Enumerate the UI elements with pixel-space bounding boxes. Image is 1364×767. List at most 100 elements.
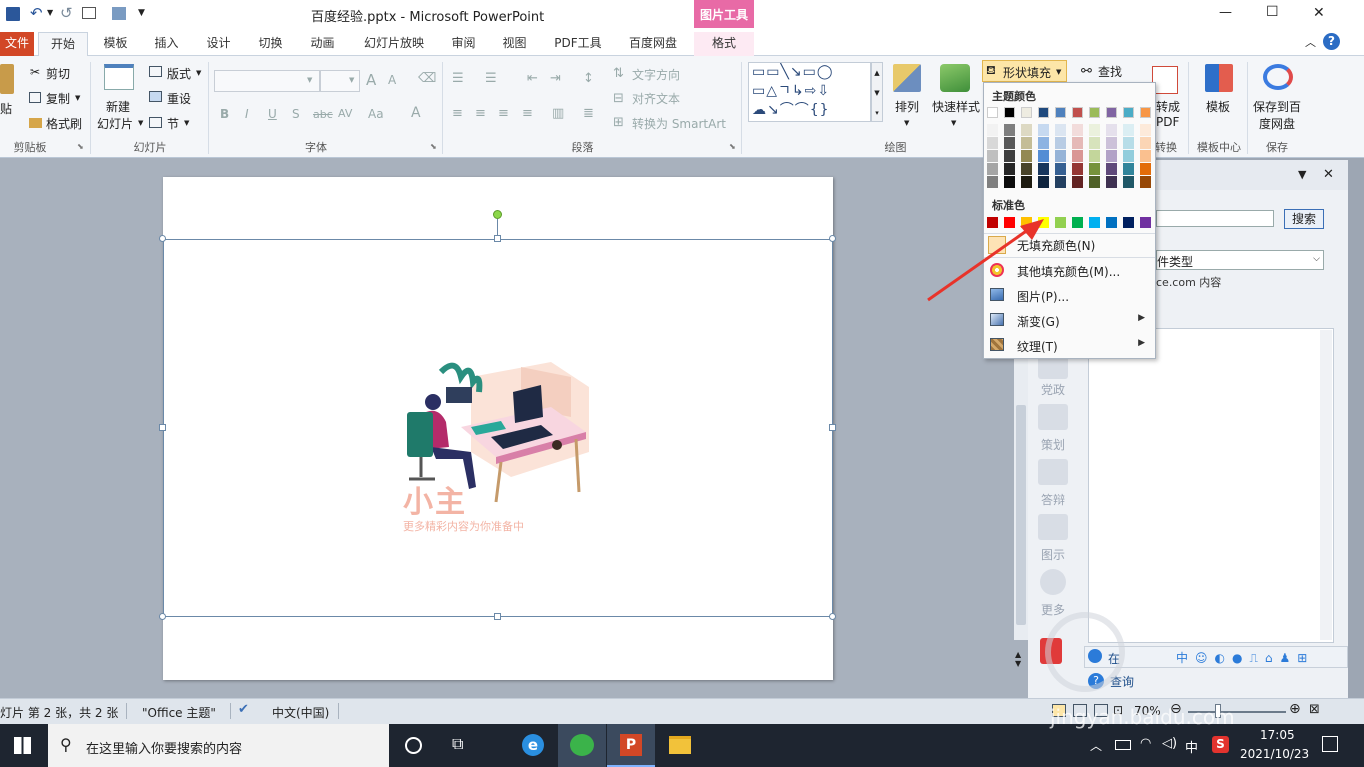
shrink-font-button[interactable]: A bbox=[388, 73, 396, 87]
nav-planning-icon[interactable] bbox=[1038, 404, 1068, 430]
bold-button[interactable]: B bbox=[220, 107, 229, 121]
convert-smartart-button[interactable]: 转换为 SmartArt bbox=[632, 115, 726, 132]
theme-color-swatch[interactable] bbox=[1038, 107, 1049, 118]
dropdown-caret-icon[interactable]: ▼ bbox=[904, 119, 909, 127]
theme-shade-swatch[interactable] bbox=[1038, 124, 1049, 136]
sogou-icon[interactable]: S bbox=[1212, 736, 1229, 753]
volume-icon[interactable]: ◁) bbox=[1162, 736, 1177, 751]
theme-shade-swatch[interactable] bbox=[1140, 163, 1151, 175]
theme-shade-swatch[interactable] bbox=[1072, 124, 1083, 136]
change-case-button[interactable]: Aa bbox=[368, 107, 384, 121]
theme-shade-swatch[interactable] bbox=[1038, 163, 1049, 175]
justify-icon[interactable]: ≡ bbox=[522, 106, 533, 121]
dialog-launcher-icon[interactable]: ⬊ bbox=[430, 142, 437, 151]
ime-indicator[interactable]: 中 bbox=[1185, 737, 1198, 756]
dropdown-caret-icon[interactable]: ▼ bbox=[307, 76, 312, 84]
theme-shade-swatch[interactable] bbox=[1021, 124, 1032, 136]
theme-shade-swatch[interactable] bbox=[1055, 176, 1066, 188]
theme-color-swatch[interactable] bbox=[1106, 107, 1117, 118]
dropdown-caret-icon[interactable]: ▼ bbox=[75, 94, 80, 102]
theme-color-swatch[interactable] bbox=[1004, 107, 1015, 118]
wifi-icon[interactable]: ◠ bbox=[1140, 736, 1151, 751]
align-right-icon[interactable]: ≡ bbox=[498, 106, 509, 121]
spellcheck-icon[interactable]: ✔ bbox=[238, 702, 249, 717]
help-icon[interactable]: ? bbox=[1323, 33, 1340, 50]
theme-shade-swatch[interactable] bbox=[1140, 124, 1151, 136]
theme-shade-swatch[interactable] bbox=[1038, 137, 1049, 149]
theme-shade-swatch[interactable] bbox=[987, 176, 998, 188]
nav-item-diagram[interactable]: 图示 bbox=[1038, 546, 1068, 563]
dialog-launcher-icon[interactable]: ⬊ bbox=[729, 142, 736, 151]
shapes-gallery-scroll[interactable]: ▲ ▼ ▾ bbox=[871, 62, 883, 122]
pane-close-icon[interactable]: ✕ bbox=[1323, 167, 1334, 182]
dropdown-caret-icon[interactable]: ▼ bbox=[196, 69, 201, 77]
theme-shade-swatch[interactable] bbox=[1021, 137, 1032, 149]
tab-format[interactable]: 格式 bbox=[694, 32, 754, 56]
dialog-launcher-icon[interactable]: ⬊ bbox=[77, 142, 84, 151]
quick-styles-button[interactable]: 快速样式 bbox=[932, 98, 980, 115]
theme-shade-swatch[interactable] bbox=[987, 150, 998, 162]
theme-shade-swatch[interactable] bbox=[987, 137, 998, 149]
grow-font-button[interactable]: A bbox=[366, 71, 376, 89]
cortana-icon[interactable] bbox=[405, 737, 422, 754]
paste-button[interactable]: 粘贴 bbox=[0, 100, 12, 117]
theme-shade-swatch[interactable] bbox=[1106, 176, 1117, 188]
tab-file[interactable]: 文件 bbox=[0, 32, 34, 56]
theme-shade-swatch[interactable] bbox=[987, 124, 998, 136]
dropdown-caret-icon[interactable]: ▼ bbox=[47, 8, 53, 17]
theme-shade-swatch[interactable] bbox=[1140, 176, 1151, 188]
save-to-netdisk-label-1[interactable]: 保存到百 bbox=[1253, 98, 1301, 115]
gradient-fill-item[interactable]: 渐变(G) ▶ bbox=[984, 309, 1155, 333]
task-view-icon[interactable]: ⧉ bbox=[452, 734, 463, 754]
curve-shape-icon[interactable]: ☁↘⌒⌒{} bbox=[752, 102, 830, 118]
theme-shade-swatch[interactable] bbox=[1123, 150, 1134, 162]
theme-shade-swatch[interactable] bbox=[1055, 150, 1066, 162]
close-button[interactable]: ✕ bbox=[1313, 5, 1325, 21]
tab-transitions[interactable]: 切换 bbox=[248, 32, 293, 56]
theme-color-swatch[interactable] bbox=[1140, 107, 1151, 118]
theme-color-swatch[interactable] bbox=[987, 107, 998, 118]
theme-shade-swatch[interactable] bbox=[1123, 137, 1134, 149]
italic-button[interactable]: I bbox=[245, 107, 249, 121]
theme-shade-swatch[interactable] bbox=[1089, 124, 1100, 136]
clock-time[interactable]: 17:05 bbox=[1260, 728, 1295, 742]
theme-shade-swatch[interactable] bbox=[1089, 137, 1100, 149]
theme-shade-swatch[interactable] bbox=[1021, 176, 1032, 188]
theme-color-swatch[interactable] bbox=[1072, 107, 1083, 118]
nav-item-party[interactable]: 党政 bbox=[1038, 381, 1068, 398]
cut-button[interactable]: 剪切 bbox=[46, 65, 70, 82]
bullets-icon[interactable]: ☰ bbox=[452, 71, 464, 86]
tab-home[interactable]: 开始 bbox=[38, 32, 88, 56]
convert-pdf-label-1[interactable]: 转成 bbox=[1156, 98, 1180, 115]
theme-shade-swatch[interactable] bbox=[1106, 150, 1117, 162]
theme-shade-swatch[interactable] bbox=[1089, 150, 1100, 162]
view-icon[interactable] bbox=[82, 7, 96, 19]
copy-button[interactable]: 复制 bbox=[46, 90, 70, 107]
nav-defense-icon[interactable] bbox=[1038, 459, 1068, 485]
align-center-icon[interactable]: ≡ bbox=[475, 106, 486, 121]
resize-handle-e[interactable] bbox=[829, 424, 836, 431]
line-spacing-icon[interactable]: ↕ bbox=[583, 71, 594, 86]
resize-handle-w[interactable] bbox=[159, 424, 166, 431]
search-input[interactable] bbox=[1156, 210, 1274, 227]
standard-color-swatch[interactable] bbox=[1140, 217, 1151, 228]
collapse-ribbon-icon[interactable]: ︿ bbox=[1305, 34, 1316, 50]
theme-status[interactable]: "Office 主题" bbox=[142, 704, 216, 721]
taskbar-search-box[interactable]: ⚲ 在这里输入你要搜索的内容 bbox=[48, 724, 389, 767]
numbering-icon[interactable]: ☰ bbox=[485, 71, 497, 86]
theme-shade-swatch[interactable] bbox=[1089, 176, 1100, 188]
decrease-indent-icon[interactable]: ⇤ bbox=[527, 71, 538, 86]
resize-handle-ne[interactable] bbox=[829, 235, 836, 242]
dropdown-caret-icon[interactable]: ▼ bbox=[349, 76, 354, 84]
dropdown-caret-icon[interactable]: ▼ bbox=[138, 119, 143, 127]
resize-handle-nw[interactable] bbox=[159, 235, 166, 242]
columns-icon[interactable]: ▥ bbox=[552, 106, 564, 121]
type-select[interactable]: 件类型 ⌵ bbox=[1156, 250, 1324, 270]
font-name-combo[interactable] bbox=[214, 70, 320, 92]
template-button[interactable]: 模板 bbox=[1206, 98, 1230, 115]
texture-fill-item[interactable]: 纹理(T) ▶ bbox=[984, 334, 1155, 358]
rotation-handle[interactable] bbox=[493, 210, 502, 219]
resize-handle-s[interactable] bbox=[494, 613, 501, 620]
theme-shade-swatch[interactable] bbox=[1123, 163, 1134, 175]
increase-indent-icon[interactable]: ⇥ bbox=[550, 71, 561, 86]
